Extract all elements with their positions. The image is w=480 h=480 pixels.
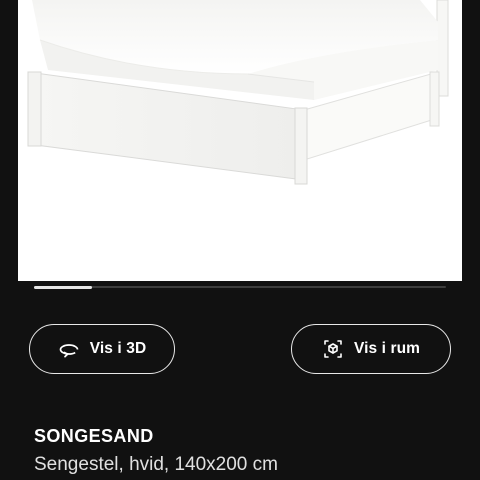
ar-cube-icon (322, 338, 344, 360)
product-description: Sengestel, hvid, 140x200 cm (34, 454, 278, 475)
view-in-3d-label: Vis i 3D (89, 340, 147, 357)
view-in-room-label: Vis i rum (353, 340, 421, 357)
product-image[interactable] (18, 0, 462, 281)
carousel-progress-indicator (34, 285, 92, 289)
rotate-360-icon (58, 338, 80, 360)
product-name: SONGESAND (34, 426, 154, 446)
view-in-room-button[interactable]: Vis i rum (291, 324, 451, 374)
view-in-3d-button[interactable]: Vis i 3D (29, 324, 175, 374)
bed-illustration (27, 0, 449, 185)
product-page: Vis i 3D Vis i rum SONGESAND Sengestel, … (0, 0, 480, 480)
image-carousel-scrollbar[interactable] (34, 285, 446, 289)
